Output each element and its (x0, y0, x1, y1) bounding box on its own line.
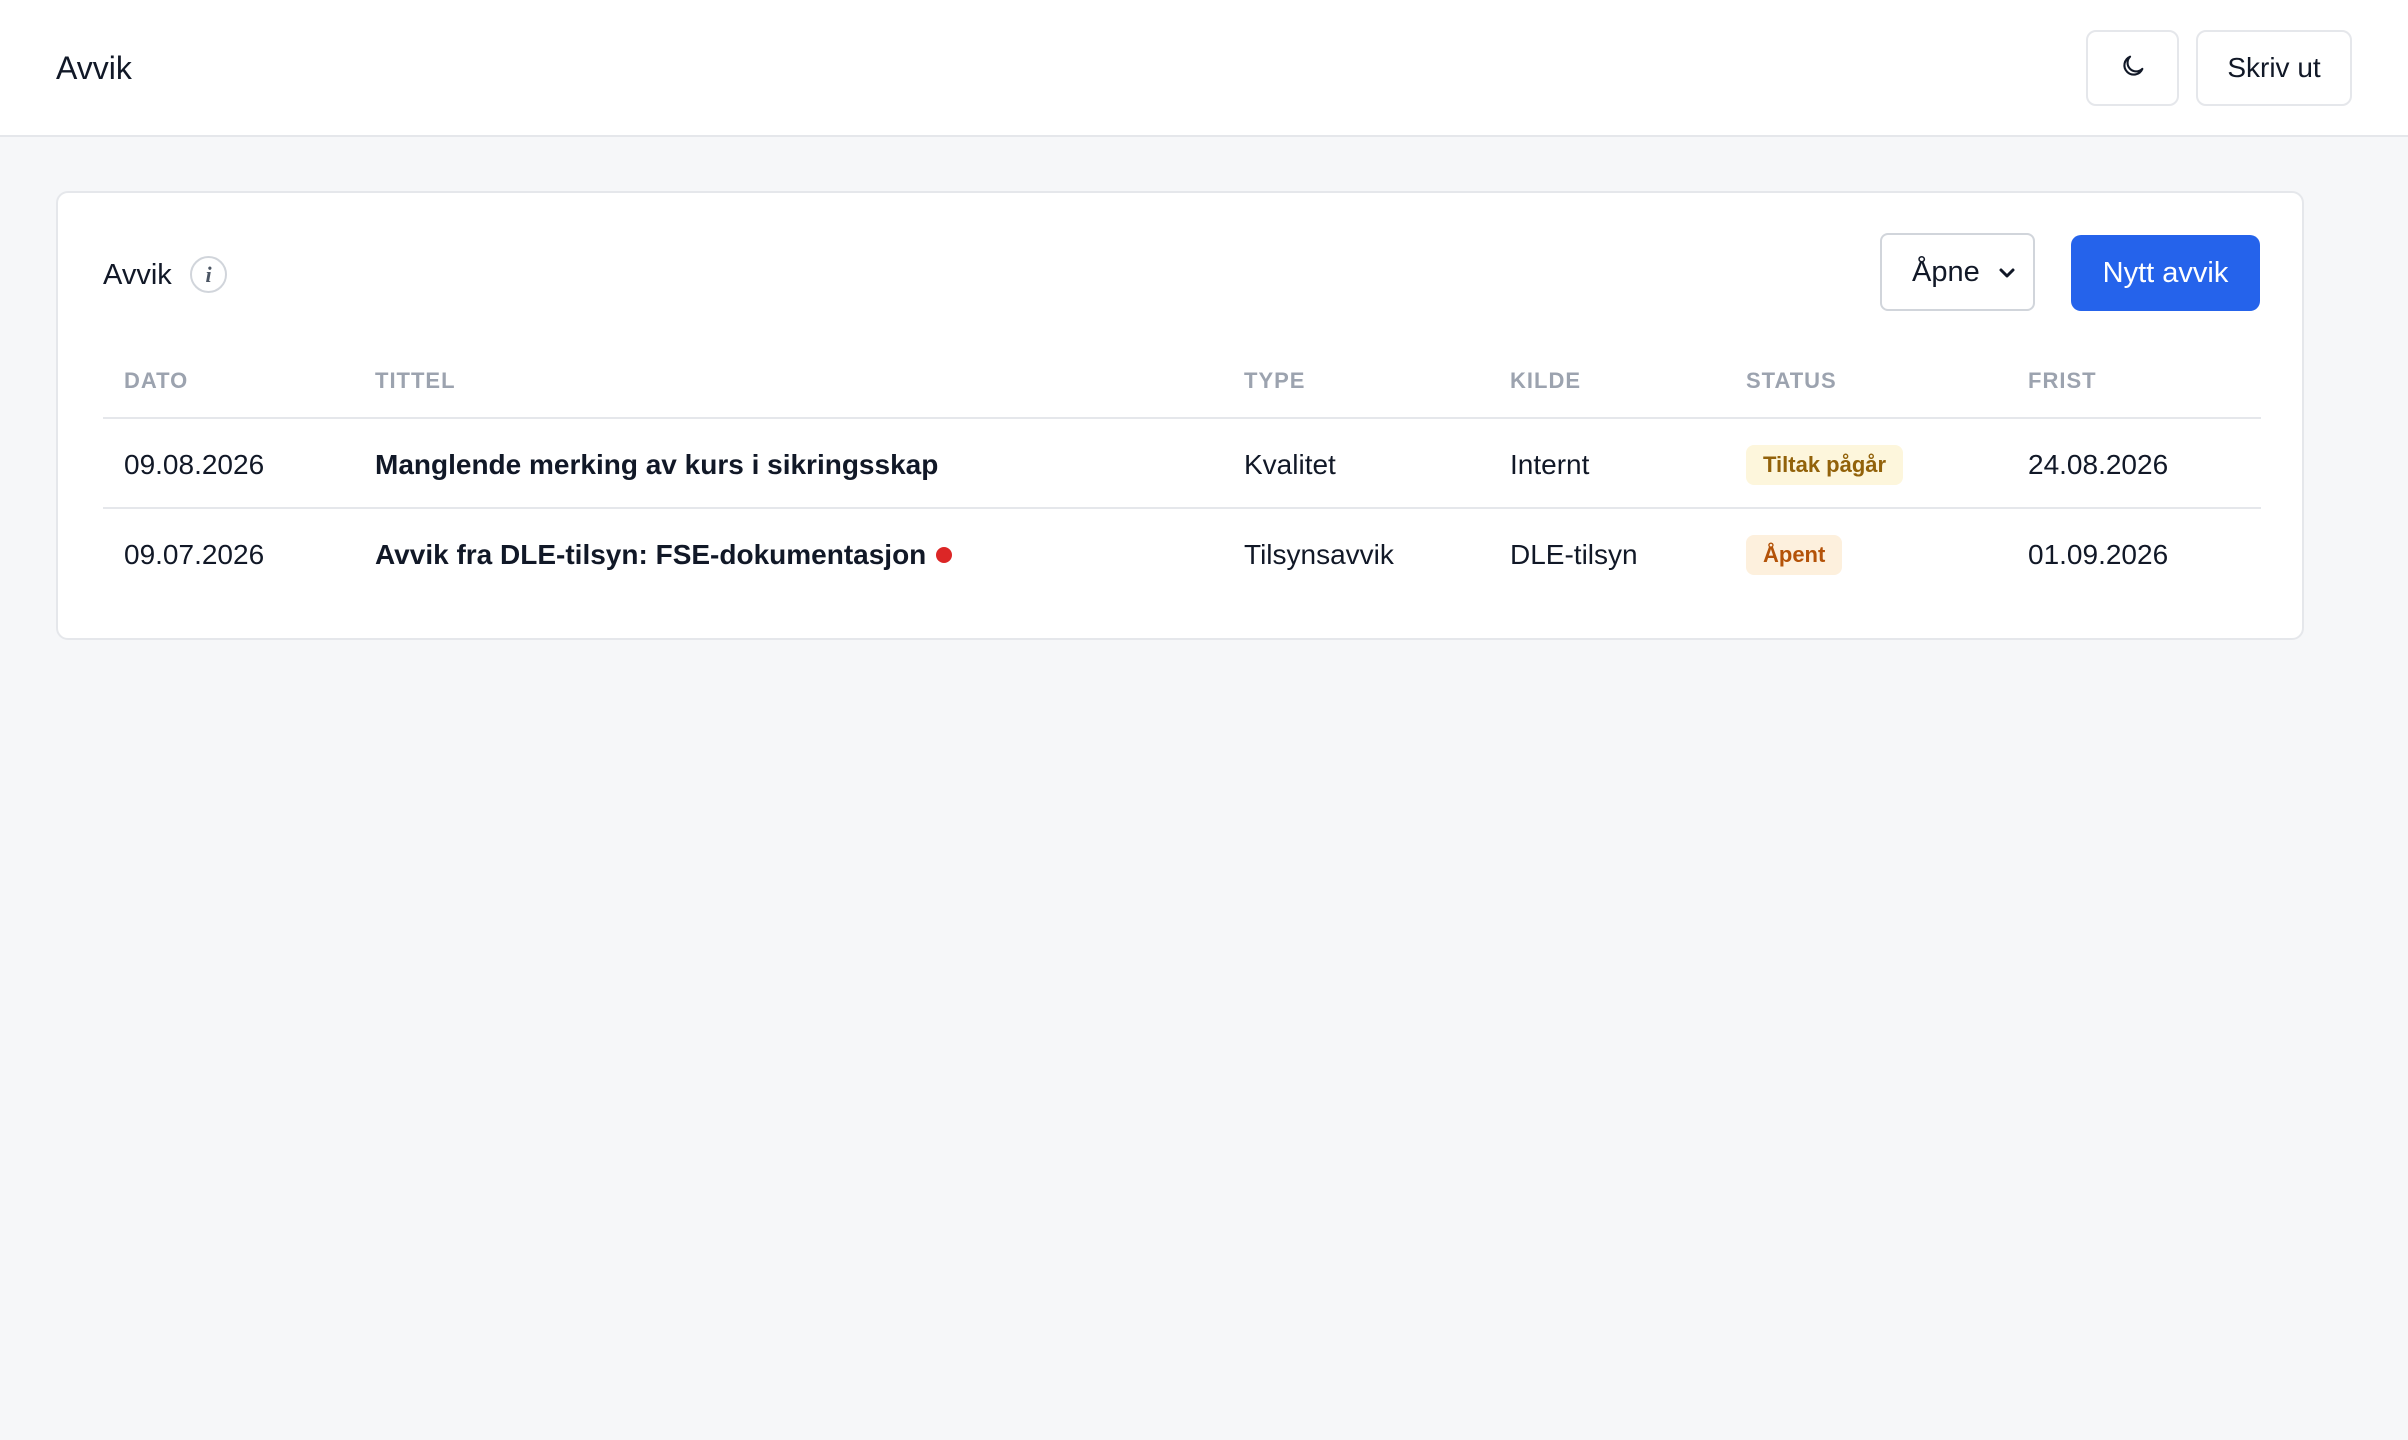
cell-type: Tilsynsavvik (1244, 539, 1394, 570)
status-badge: Tiltak pågår (1746, 445, 1904, 485)
new-deviation-button[interactable]: Nytt avvik (2071, 235, 2260, 311)
page-title: Avvik (56, 50, 132, 86)
cell-tittel[interactable]: Manglende merking av kurs i sikringsskap (375, 447, 938, 483)
status-badge: Åpent (1746, 535, 1843, 575)
print-button[interactable]: Skriv ut (2196, 30, 2352, 106)
deviations-card: Avvik i Åpne Nytt avvik DATO TITTEL TYPE… (56, 191, 2304, 640)
cell-tittel-text: Avvik fra DLE-tilsyn: FSE-dokumentasjon (375, 539, 927, 570)
column-header-type[interactable]: TYPE (1244, 366, 1305, 396)
cell-frist: 24.08.2026 (2028, 449, 2169, 480)
row-divider (103, 507, 2261, 509)
alert-dot-icon (936, 546, 953, 563)
status-filter-select[interactable]: Åpne (1880, 233, 2035, 311)
cell-frist: 01.09.2026 (2028, 539, 2169, 570)
cell-dato: 09.08.2026 (124, 449, 265, 480)
column-header-kilde[interactable]: KILDE (1510, 366, 1581, 396)
cell-tittel[interactable]: Avvik fra DLE-tilsyn: FSE-dokumentasjon (375, 537, 953, 573)
cell-type: Kvalitet (1244, 449, 1336, 480)
cell-kilde: DLE-tilsyn (1510, 539, 1638, 570)
cell-kilde: Internt (1510, 449, 1590, 480)
info-icon[interactable]: i (190, 256, 227, 293)
column-header-dato[interactable]: DATO (124, 366, 188, 396)
cell-dato: 09.07.2026 (124, 539, 265, 570)
top-bar: Avvik Skriv ut (0, 0, 2408, 137)
column-header-status[interactable]: STATUS (1746, 366, 1837, 396)
column-header-tittel[interactable]: TITTEL (375, 366, 456, 396)
chevron-down-icon (1995, 260, 2019, 284)
moon-icon (2119, 52, 2147, 85)
status-filter-value: Åpne (1912, 255, 1980, 288)
header-divider (103, 417, 2261, 419)
column-header-frist[interactable]: FRIST (2028, 366, 2097, 396)
card-title: Avvik (103, 259, 172, 291)
theme-toggle-button[interactable] (2086, 30, 2179, 106)
